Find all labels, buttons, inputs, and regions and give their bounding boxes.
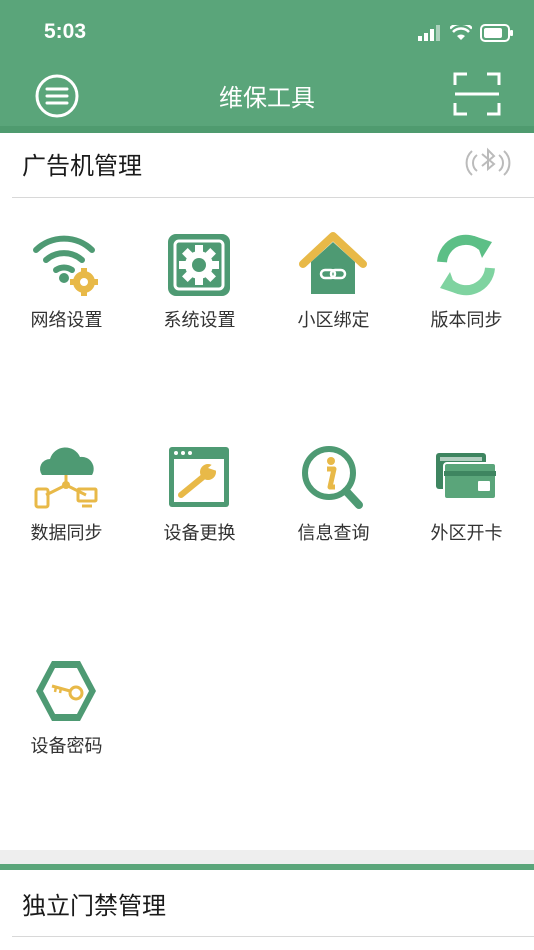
tile-label: 设备密码 [30, 736, 103, 757]
tile-device-replace[interactable]: 设备更换 [133, 445, 266, 555]
hex-key-icon [36, 661, 96, 721]
tile-label: 设备更换 [163, 523, 236, 544]
battery-icon [480, 24, 513, 42]
tile-label: 版本同步 [430, 310, 503, 331]
section-title-access-control[interactable]: 独立门禁管理 [22, 886, 166, 921]
tile-network-settings[interactable]: 网络设置 [0, 232, 133, 342]
tile-device-password[interactable]: 设备密码 [0, 658, 133, 768]
tile-version-sync[interactable]: 版本同步 [400, 232, 533, 342]
scan-button[interactable] [453, 71, 501, 117]
tile-external-card[interactable]: 外区开卡 [400, 445, 533, 555]
bluetooth-icon[interactable] [464, 145, 512, 181]
tile-label: 系统设置 [163, 310, 236, 331]
section-separator [0, 850, 534, 864]
tile-label: 外区开卡 [430, 523, 503, 544]
header-underline [0, 126, 534, 133]
section-title-ad-machine: 广告机管理 [22, 152, 142, 180]
wifi-signal-icon [450, 25, 472, 40]
cloud-devices-icon [34, 447, 98, 509]
cellular-signal-icon [418, 25, 440, 41]
sync-arrows-icon [437, 234, 495, 296]
tile-label: 网络设置 [30, 310, 103, 331]
status-time: 5:03 [44, 20, 87, 43]
tile-label: 信息查询 [297, 523, 370, 544]
section-divider [12, 197, 534, 198]
tile-label: 小区绑定 [297, 310, 370, 331]
status-icons [418, 22, 514, 44]
house-link-icon [299, 232, 367, 294]
window-wrench-icon [169, 447, 229, 507]
tile-label: 数据同步 [30, 523, 103, 544]
cards-icon [436, 453, 497, 500]
wifi-gear-icon [33, 235, 98, 296]
section-green-bar [0, 864, 534, 870]
tile-data-sync[interactable]: 数据同步 [0, 445, 133, 555]
tile-system-settings[interactable]: 系统设置 [133, 232, 266, 342]
tile-community-binding[interactable]: 小区绑定 [267, 232, 400, 342]
section-divider [12, 936, 534, 937]
info-search-icon [302, 446, 363, 509]
settings-gear-icon [168, 234, 230, 296]
tile-info-query[interactable]: 信息查询 [267, 445, 400, 555]
app-header: 5:03 维保工具 [0, 0, 534, 126]
